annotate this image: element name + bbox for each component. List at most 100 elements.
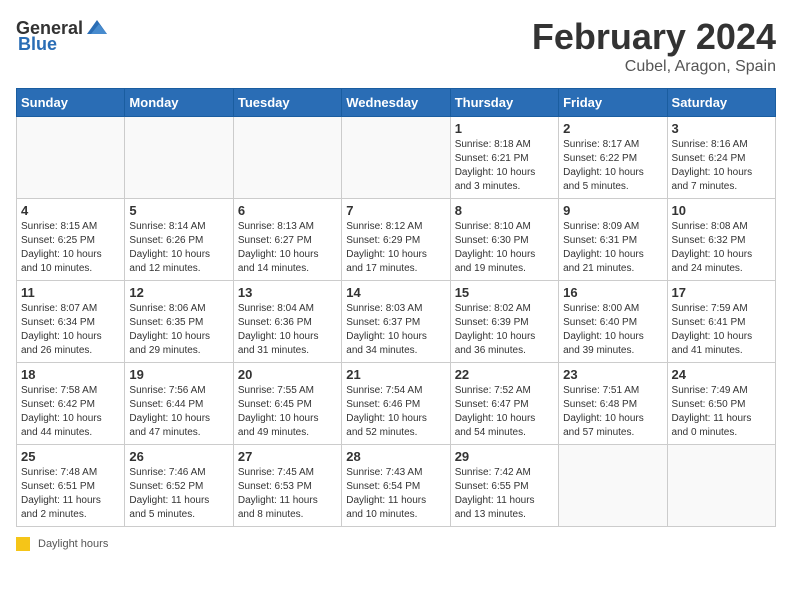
calendar-cell: 1 Sunrise: 8:18 AM Sunset: 6:21 PM Daylig…	[450, 117, 558, 199]
calendar-cell: 7 Sunrise: 8:12 AM Sunset: 6:29 PM Daylig…	[342, 199, 450, 281]
calendar-cell: 12Sunrise: 8:06 AM Sunset: 6:35 PM Dayli…	[125, 281, 233, 363]
day-number: 16	[563, 285, 662, 300]
header: General Blue February 2024 Cubel, Aragon…	[16, 16, 776, 76]
month-title: February 2024	[532, 16, 776, 58]
day-number: 10	[672, 203, 771, 218]
day-info: Sunrise: 8:13 AM Sunset: 6:27 PM Dayligh…	[238, 220, 337, 276]
day-number: 29	[455, 449, 554, 464]
day-number: 26	[129, 449, 228, 464]
day-info: Sunrise: 8:17 AM Sunset: 6:22 PM Dayligh…	[563, 138, 662, 194]
calendar-cell: 9 Sunrise: 8:09 AM Sunset: 6:31 PM Daylig…	[559, 199, 667, 281]
day-number: 21	[346, 367, 445, 382]
calendar-cell: 17 Sunrise: 7:59 AM Sunset: 6:41 PM Dayli…	[667, 281, 775, 363]
calendar-cell	[342, 117, 450, 199]
day-number: 9	[563, 203, 662, 218]
calendar-weekday-wednesday: Wednesday	[342, 89, 450, 117]
calendar-week-row: 11 Sunrise: 8:07 AM Sunset: 6:34 PM Dayli…	[17, 281, 776, 363]
calendar-cell	[125, 117, 233, 199]
calendar-header-row: SundayMondayTuesdayWednesdayThursdayFrid…	[17, 89, 776, 117]
calendar-cell: 22Sunrise: 7:52 AM Sunset: 6:47 PM Dayli…	[450, 363, 558, 445]
day-number: 15	[455, 285, 554, 300]
day-info: Sunrise: 7:45 AM Sunset: 6:53 PM Dayligh…	[238, 466, 337, 522]
day-number: 25	[21, 449, 120, 464]
day-number: 7	[346, 203, 445, 218]
day-info: Sunrise: 8:18 AM Sunset: 6:21 PM Dayligh…	[455, 138, 554, 194]
day-info: Sunrise: 8:03 AM Sunset: 6:37 PM Dayligh…	[346, 302, 445, 358]
daylight-indicator	[16, 537, 30, 551]
day-info: Sunrise: 8:10 AM Sunset: 6:30 PM Dayligh…	[455, 220, 554, 276]
day-number: 3	[672, 121, 771, 136]
day-info: Sunrise: 8:12 AM Sunset: 6:29 PM Dayligh…	[346, 220, 445, 276]
day-info: Sunrise: 7:56 AM Sunset: 6:44 PM Dayligh…	[129, 384, 228, 440]
day-info: Sunrise: 7:55 AM Sunset: 6:45 PM Dayligh…	[238, 384, 337, 440]
day-number: 13	[238, 285, 337, 300]
calendar-cell: 21 Sunrise: 7:54 AM Sunset: 6:46 PM Dayli…	[342, 363, 450, 445]
calendar-cell: 11 Sunrise: 8:07 AM Sunset: 6:34 PM Dayli…	[17, 281, 125, 363]
calendar-cell: 13 Sunrise: 8:04 AM Sunset: 6:36 PM Dayli…	[233, 281, 341, 363]
calendar-weekday-monday: Monday	[125, 89, 233, 117]
day-number: 18	[21, 367, 120, 382]
calendar-cell: 24Sunrise: 7:49 AM Sunset: 6:50 PM Dayli…	[667, 363, 775, 445]
day-info: Sunrise: 7:51 AM Sunset: 6:48 PM Dayligh…	[563, 384, 662, 440]
day-number: 8	[455, 203, 554, 218]
day-info: Sunrise: 7:54 AM Sunset: 6:46 PM Dayligh…	[346, 384, 445, 440]
calendar-weekday-thursday: Thursday	[450, 89, 558, 117]
day-info: Sunrise: 8:02 AM Sunset: 6:39 PM Dayligh…	[455, 302, 554, 358]
calendar-week-row: 1 Sunrise: 8:18 AM Sunset: 6:21 PM Daylig…	[17, 117, 776, 199]
calendar-cell: 19 Sunrise: 7:56 AM Sunset: 6:44 PM Dayli…	[125, 363, 233, 445]
day-number: 1	[455, 121, 554, 136]
calendar-cell: 10Sunrise: 8:08 AM Sunset: 6:32 PM Dayli…	[667, 199, 775, 281]
day-number: 20	[238, 367, 337, 382]
day-info: Sunrise: 8:04 AM Sunset: 6:36 PM Dayligh…	[238, 302, 337, 358]
calendar-week-row: 4 Sunrise: 8:15 AM Sunset: 6:25 PM Daylig…	[17, 199, 776, 281]
day-number: 27	[238, 449, 337, 464]
calendar-week-row: 25 Sunrise: 7:48 AM Sunset: 6:51 PM Dayli…	[17, 445, 776, 527]
calendar-cell: 16Sunrise: 8:00 AM Sunset: 6:40 PM Dayli…	[559, 281, 667, 363]
day-info: Sunrise: 8:09 AM Sunset: 6:31 PM Dayligh…	[563, 220, 662, 276]
day-number: 17	[672, 285, 771, 300]
calendar-cell	[233, 117, 341, 199]
day-number: 11	[21, 285, 120, 300]
day-info: Sunrise: 7:48 AM Sunset: 6:51 PM Dayligh…	[21, 466, 120, 522]
calendar-cell: 2 Sunrise: 8:17 AM Sunset: 6:22 PM Daylig…	[559, 117, 667, 199]
day-info: Sunrise: 7:43 AM Sunset: 6:54 PM Dayligh…	[346, 466, 445, 522]
calendar-cell: 18 Sunrise: 7:58 AM Sunset: 6:42 PM Dayli…	[17, 363, 125, 445]
day-info: Sunrise: 7:42 AM Sunset: 6:55 PM Dayligh…	[455, 466, 554, 522]
calendar-cell: 14Sunrise: 8:03 AM Sunset: 6:37 PM Dayli…	[342, 281, 450, 363]
day-info: Sunrise: 8:15 AM Sunset: 6:25 PM Dayligh…	[21, 220, 120, 276]
day-info: Sunrise: 8:07 AM Sunset: 6:34 PM Dayligh…	[21, 302, 120, 358]
day-number: 24	[672, 367, 771, 382]
day-info: Sunrise: 8:14 AM Sunset: 6:26 PM Dayligh…	[129, 220, 228, 276]
title-area: February 2024 Cubel, Aragon, Spain	[532, 16, 776, 76]
calendar-cell: 5Sunrise: 8:14 AM Sunset: 6:26 PM Daylig…	[125, 199, 233, 281]
day-info: Sunrise: 7:52 AM Sunset: 6:47 PM Dayligh…	[455, 384, 554, 440]
location-title: Cubel, Aragon, Spain	[532, 58, 776, 76]
calendar-table: SundayMondayTuesdayWednesdayThursdayFrid…	[16, 88, 776, 527]
day-number: 19	[129, 367, 228, 382]
day-info: Sunrise: 7:58 AM Sunset: 6:42 PM Dayligh…	[21, 384, 120, 440]
logo: General Blue	[16, 16, 109, 55]
calendar-cell: 26 Sunrise: 7:46 AM Sunset: 6:52 PM Dayli…	[125, 445, 233, 527]
calendar-cell: 3 Sunrise: 8:16 AM Sunset: 6:24 PM Daylig…	[667, 117, 775, 199]
day-number: 6	[238, 203, 337, 218]
day-info: Sunrise: 7:59 AM Sunset: 6:41 PM Dayligh…	[672, 302, 771, 358]
day-number: 2	[563, 121, 662, 136]
calendar-cell	[17, 117, 125, 199]
calendar-cell: 25 Sunrise: 7:48 AM Sunset: 6:51 PM Dayli…	[17, 445, 125, 527]
calendar-cell	[667, 445, 775, 527]
calendar-cell: 29 Sunrise: 7:42 AM Sunset: 6:55 PM Dayli…	[450, 445, 558, 527]
footer: Daylight hours	[16, 537, 776, 551]
logo-icon	[85, 16, 109, 40]
day-number: 4	[21, 203, 120, 218]
calendar-cell: 6 Sunrise: 8:13 AM Sunset: 6:27 PM Daylig…	[233, 199, 341, 281]
calendar-cell: 27 Sunrise: 7:45 AM Sunset: 6:53 PM Dayli…	[233, 445, 341, 527]
calendar-cell: 8 Sunrise: 8:10 AM Sunset: 6:30 PM Daylig…	[450, 199, 558, 281]
day-info: Sunrise: 8:16 AM Sunset: 6:24 PM Dayligh…	[672, 138, 771, 194]
day-info: Sunrise: 7:46 AM Sunset: 6:52 PM Dayligh…	[129, 466, 228, 522]
calendar-cell	[559, 445, 667, 527]
calendar-cell: 4 Sunrise: 8:15 AM Sunset: 6:25 PM Daylig…	[17, 199, 125, 281]
day-number: 28	[346, 449, 445, 464]
calendar-cell: 15 Sunrise: 8:02 AM Sunset: 6:39 PM Dayli…	[450, 281, 558, 363]
logo-text-blue: Blue	[18, 34, 57, 55]
calendar-cell: 23Sunrise: 7:51 AM Sunset: 6:48 PM Dayli…	[559, 363, 667, 445]
